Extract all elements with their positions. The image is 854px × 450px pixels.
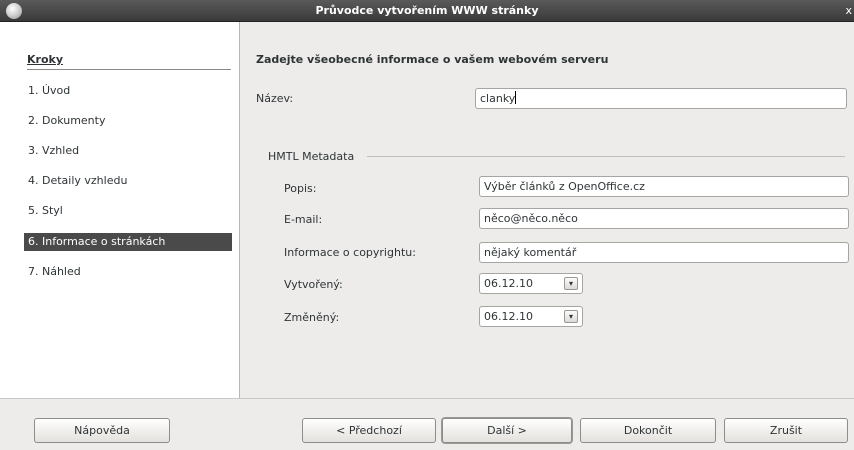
copyright-label: Informace o copyrightu: [284,246,416,259]
step-web-site-information[interactable]: 6. Informace o stránkách [24,233,232,251]
metadata-group-label: HMTL Metadata [268,150,355,163]
created-label: Vytvořený: [284,278,343,291]
created-date-field[interactable]: 06.12.10 ▾ [479,273,583,294]
text-caret [515,91,517,104]
email-label: E-mail: [284,213,323,226]
next-button[interactable]: Další > [442,418,572,443]
copyright-input[interactable]: nějaký komentář [479,242,849,263]
step-intro[interactable]: 1. Úvod [24,82,232,100]
chevron-down-icon[interactable]: ▾ [564,310,578,323]
email-input[interactable]: něco@něco.něco [479,208,849,229]
step-preview[interactable]: 7. Náhled [24,263,232,281]
main-panel: Zadejte všeobecné informace o vašem webo… [241,22,854,398]
web-wizard-window: Průvodce vytvořením WWW stránky x Kroky … [0,0,854,450]
step-style[interactable]: 5. Styl [24,202,232,220]
modified-date-field[interactable]: 06.12.10 ▾ [479,306,583,327]
step-layout-details[interactable]: 4. Detaily vzhledu [24,172,232,190]
description-label: Popis: [284,182,317,195]
cancel-button[interactable]: Zrušit [724,418,848,443]
modified-date-value: 06.12.10 [484,310,533,323]
chevron-down-icon[interactable]: ▾ [564,277,578,290]
help-button[interactable]: Nápověda [34,418,170,443]
modified-label: Změněný: [284,311,340,324]
title-bar[interactable]: Průvodce vytvořením WWW stránky x [0,0,854,22]
name-input[interactable]: clanky [475,88,847,109]
window-title: Průvodce vytvořením WWW stránky [315,4,539,17]
steps-sidebar: Kroky 1. Úvod 2. Dokumenty 3. Vzhled 4. … [0,22,240,398]
description-input[interactable]: Výběr článků z OpenOffice.cz [479,176,849,197]
metadata-group-divider [367,156,845,157]
close-icon[interactable]: x [845,4,852,18]
footer-divider [0,398,854,399]
step-layout[interactable]: 3. Vzhled [24,142,232,160]
created-date-value: 06.12.10 [484,277,533,290]
back-button[interactable]: < Předchozí [302,418,436,443]
steps-divider [27,69,231,70]
name-value: clanky [480,92,516,105]
steps-title: Kroky [27,53,63,66]
name-label: Název: [256,92,294,105]
finish-button[interactable]: Dokončit [580,418,716,443]
page-heading: Zadejte všeobecné informace o vašem webo… [256,53,609,66]
step-documents[interactable]: 2. Dokumenty [24,112,232,130]
